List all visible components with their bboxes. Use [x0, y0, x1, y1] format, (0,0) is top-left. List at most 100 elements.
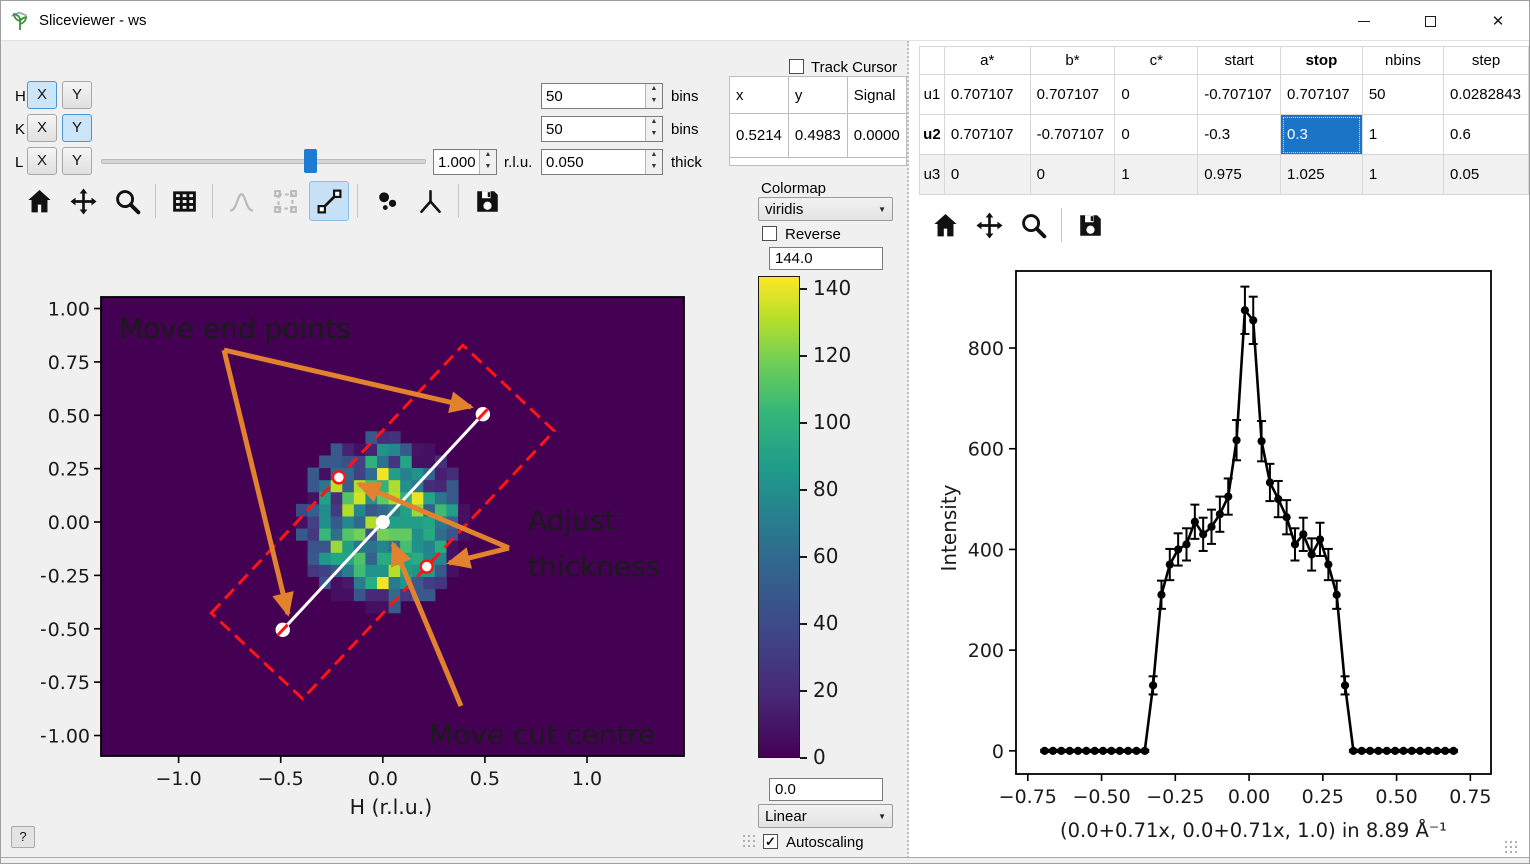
pan-button[interactable]	[63, 181, 103, 221]
annotation-adjust-thickness: Adjust	[528, 504, 616, 537]
k-y-button[interactable]: Y	[62, 114, 92, 142]
cut-table-cell[interactable]: 0.975	[1198, 155, 1281, 195]
l-y-button[interactable]: Y	[62, 147, 92, 175]
colorbar-tick-label: 0	[813, 745, 826, 769]
l-value-input[interactable]	[434, 150, 479, 174]
cut-table-cell[interactable]: 0.707107	[944, 75, 1030, 115]
thickness-spinbox[interactable]: ▲▼	[541, 149, 663, 175]
colorbar-max-input[interactable]	[769, 247, 883, 270]
l-x-button[interactable]: X	[27, 147, 57, 175]
cut-table-column-nbins[interactable]: nbins	[1362, 47, 1443, 75]
cut-table-row-u2[interactable]: u2	[920, 115, 945, 155]
cut-table-cell[interactable]: 0	[1030, 155, 1115, 195]
track-cursor-checkbox[interactable]	[789, 59, 804, 74]
line-cut-button[interactable]	[309, 181, 349, 221]
cut-table-cell[interactable]: 50	[1362, 75, 1443, 115]
cut-table-cell[interactable]: 0.707107	[1281, 75, 1363, 115]
cut-table-cell[interactable]: -0.707107	[1030, 115, 1115, 155]
zoom-button[interactable]	[1013, 205, 1053, 245]
h-x-button[interactable]: X	[27, 81, 57, 109]
cut-table-row-u1[interactable]: u1	[920, 75, 945, 115]
home-button[interactable]	[925, 205, 965, 245]
cut-table-cell[interactable]: 1	[1362, 155, 1443, 195]
save-button[interactable]	[1070, 205, 1110, 245]
cut-plot[interactable]: −0.75−0.50−0.250.000.250.500.75020040060…	[926, 256, 1526, 856]
y-tick-label: 600	[968, 439, 1004, 461]
spinner-arrows-icon[interactable]: ▲▼	[645, 150, 662, 174]
grid-button[interactable]	[164, 181, 204, 221]
cut-definition-table: a*b*c*startstopnbinsstepu10.7071070.7071…	[919, 46, 1529, 195]
cut-table-cell[interactable]: -0.3	[1198, 115, 1281, 155]
data-point	[1116, 747, 1124, 755]
cut-table-cell[interactable]: 0.6	[1444, 115, 1529, 155]
cut-table-cell[interactable]: 1	[1362, 115, 1443, 155]
y-bins-spinbox[interactable]: ▲▼	[541, 116, 663, 142]
thickness-input[interactable]	[542, 150, 645, 174]
cut-table-column-bstar[interactable]: b*	[1030, 47, 1115, 75]
cut-table-cell[interactable]: 0	[944, 155, 1030, 195]
l-value-spinbox[interactable]: ▲▼	[433, 149, 497, 175]
cut-table-cell[interactable]: 0.05	[1444, 155, 1529, 195]
cut-table-cell[interactable]: 0	[1115, 75, 1198, 115]
reverse-checkbox[interactable]	[762, 226, 777, 241]
data-point	[1082, 747, 1090, 755]
annotation-adjust-thickness: thickness	[528, 550, 660, 583]
cut-table-cell[interactable]: 0.707107	[944, 115, 1030, 155]
pan-button[interactable]	[969, 205, 1009, 245]
cut-table-cell[interactable]: 0	[1115, 115, 1198, 155]
h-y-button[interactable]: Y	[62, 81, 92, 109]
colorbar-tick	[800, 288, 807, 290]
colorbar[interactable]	[758, 276, 800, 758]
cut-table-cell[interactable]: 0.3	[1281, 115, 1363, 155]
grid-icon	[170, 187, 199, 216]
cut-table-row-u3[interactable]: u3	[920, 155, 945, 195]
cut-table-column-stop[interactable]: stop	[1281, 47, 1363, 75]
y-bins-input[interactable]	[542, 117, 645, 141]
cut-table-cell[interactable]: -0.707107	[1198, 75, 1281, 115]
spinner-arrows-icon[interactable]: ▲▼	[479, 150, 496, 174]
peaks-overlay-button[interactable]	[366, 181, 406, 221]
x-bins-spinbox[interactable]: ▲▼	[541, 83, 663, 109]
data-point	[1141, 747, 1149, 755]
help-button[interactable]: ?	[11, 826, 35, 848]
scale-select[interactable]: Linear ▼	[758, 804, 893, 828]
x-axis-label: H (r.l.u.)	[350, 795, 433, 819]
minimize-button[interactable]	[1341, 1, 1387, 41]
home-button[interactable]	[19, 181, 59, 221]
y-tick-label: −0.50	[41, 619, 90, 641]
cut-table-column-start[interactable]: start	[1198, 47, 1281, 75]
save-button[interactable]	[467, 181, 507, 221]
toolbar-separator	[212, 184, 213, 218]
zoom-button[interactable]	[107, 181, 147, 221]
data-point	[1333, 591, 1341, 599]
cut-table-cell[interactable]: 1	[1115, 155, 1198, 195]
x-bins-input[interactable]	[542, 84, 645, 108]
data-point	[1366, 747, 1374, 755]
cut-table-column-cstar[interactable]: c*	[1115, 47, 1198, 75]
spinner-arrows-icon[interactable]: ▲▼	[645, 84, 662, 108]
slice-plot[interactable]: Move end pointsAdjustthicknessMove cut c…	[41, 286, 741, 846]
data-point	[1174, 545, 1182, 553]
cut-table-cell[interactable]: 0.0282843	[1444, 75, 1529, 115]
minimize-icon	[1358, 21, 1370, 22]
close-button[interactable]: ✕	[1475, 1, 1521, 41]
cut-table-cell[interactable]: 1.025	[1281, 155, 1363, 195]
panel-splitter[interactable]	[907, 41, 909, 858]
maximize-button[interactable]	[1407, 1, 1453, 41]
k-x-button[interactable]: X	[27, 114, 57, 142]
thickness-handle[interactable]	[421, 561, 433, 573]
colormap-select[interactable]: viridis ▼	[758, 197, 893, 221]
l-slider-handle[interactable]	[304, 149, 317, 173]
y-tick-label: −1.00	[41, 726, 90, 748]
cut-table-column-astar[interactable]: a*	[944, 47, 1030, 75]
autoscaling-checkbox[interactable]: ✓	[763, 834, 778, 849]
cut-table-cell[interactable]: 0.707107	[1030, 75, 1115, 115]
cut-centre-handle[interactable]	[376, 515, 390, 529]
spinner-arrows-icon[interactable]: ▲▼	[645, 117, 662, 141]
cursor-col-y: y	[788, 77, 847, 114]
colorbar-min-input[interactable]	[769, 778, 883, 801]
nonorthogonal-axes-button[interactable]	[410, 181, 450, 221]
thickness-handle[interactable]	[333, 471, 345, 483]
cut-table-column-step[interactable]: step	[1444, 47, 1529, 75]
l-slider[interactable]	[101, 159, 426, 164]
